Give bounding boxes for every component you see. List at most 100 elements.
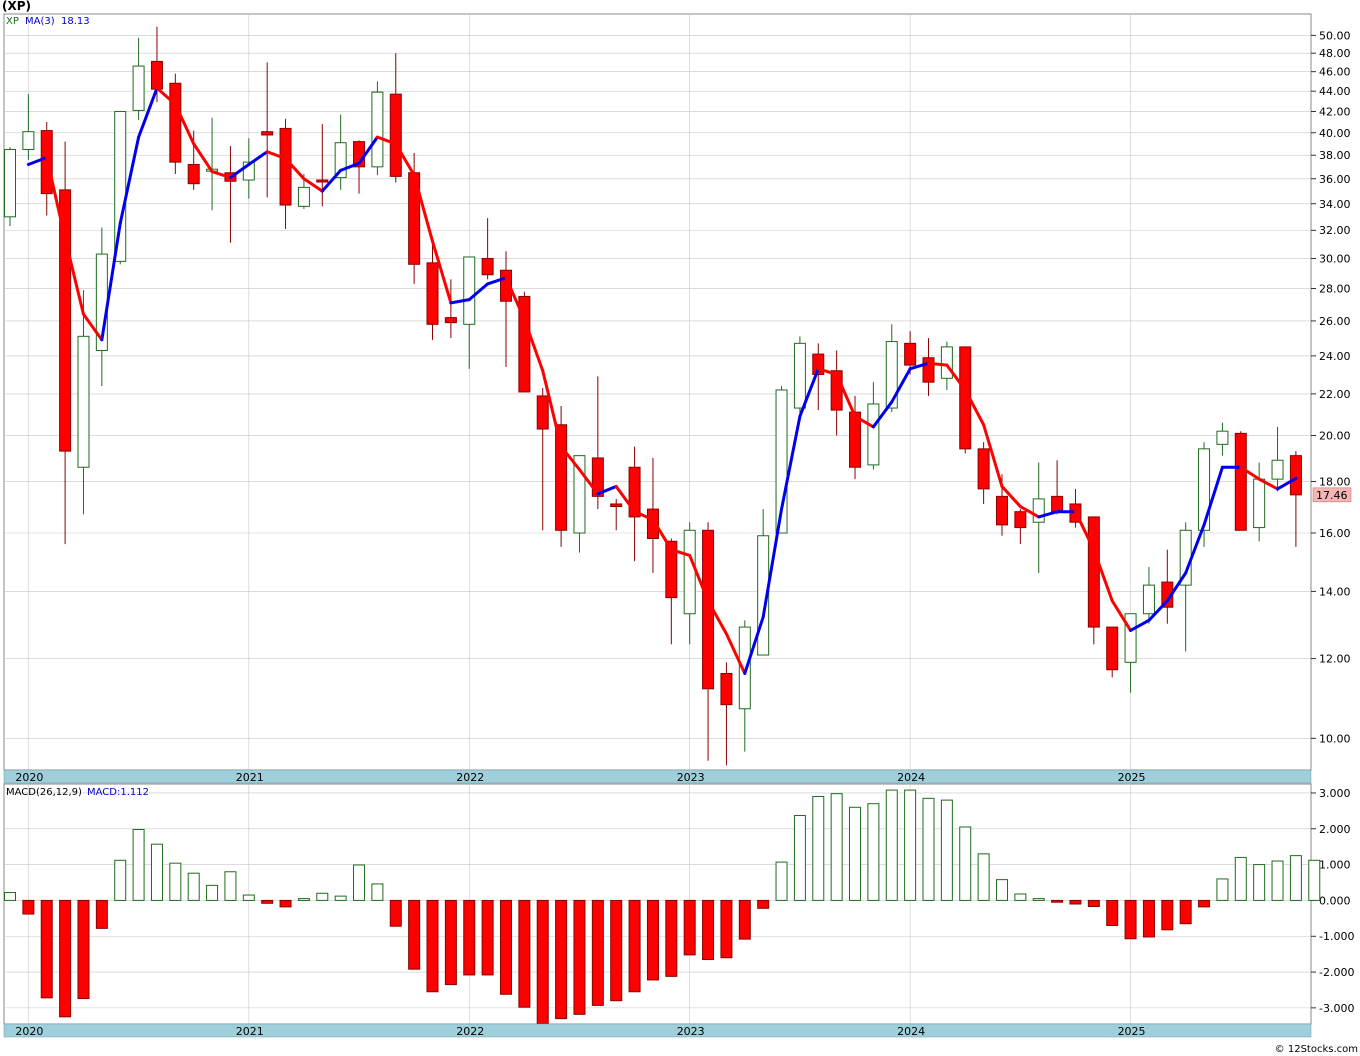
price-tick-label: 14.00	[1319, 585, 1351, 598]
candle-body	[995, 495, 1008, 526]
credit-text: © 12Stocks.com	[1275, 1044, 1358, 1055]
price-tick-label: 30.00	[1319, 252, 1351, 265]
candle-body	[1014, 511, 1027, 529]
macd-tick-label: 2.000	[1319, 823, 1351, 836]
macd-bar	[224, 871, 237, 901]
year-label: 2023	[677, 1025, 705, 1038]
candle-body	[1289, 455, 1302, 496]
macd-bar	[408, 899, 421, 970]
candle-body	[371, 91, 384, 168]
price-tick-label: 18.00	[1319, 476, 1351, 489]
year-label: 2021	[236, 1025, 264, 1038]
macd-bar	[169, 862, 182, 901]
macd-bar	[1142, 899, 1155, 938]
macd-bar	[977, 853, 990, 901]
year-label: 2020	[15, 1025, 43, 1038]
macd-bar	[885, 789, 898, 901]
price-tick-label: 16.00	[1319, 527, 1351, 540]
candle-body	[261, 131, 274, 136]
macd-bar	[1271, 860, 1284, 901]
candle-body	[904, 342, 917, 366]
macd-bar	[297, 898, 310, 901]
macd-bar	[316, 892, 329, 901]
candle-body	[279, 127, 292, 206]
candle-body	[1234, 432, 1247, 531]
price-tick-label: 32.00	[1319, 224, 1351, 237]
macd-bar	[757, 899, 770, 909]
price-tick-label: 26.00	[1319, 315, 1351, 328]
candle-body	[720, 672, 733, 706]
macd-bar	[444, 899, 457, 986]
price-tick-label: 36.00	[1319, 173, 1351, 186]
macd-bar	[481, 899, 494, 976]
year-label: 2021	[236, 771, 264, 784]
chart-title: (XP)	[2, 0, 31, 13]
macd-bar	[536, 899, 549, 1025]
year-label: 2022	[456, 1025, 484, 1038]
candle-body	[297, 186, 310, 207]
macd-bar	[867, 803, 880, 901]
year-label: 2022	[456, 771, 484, 784]
macd-bar	[995, 879, 1008, 901]
candle-body	[150, 60, 163, 90]
candle-body	[1271, 459, 1284, 480]
candle-body	[463, 256, 476, 325]
macd-bar	[1051, 899, 1064, 903]
ma-segment	[927, 361, 949, 367]
macd-bar	[775, 861, 788, 901]
macd-bar	[555, 899, 568, 1020]
macd-tick-label: 1.000	[1319, 859, 1351, 872]
macd-bar	[922, 797, 935, 901]
stock-chart: (XP) 10.00 12.00 14.00 16.00 18.00 20.00 22.00…	[0, 0, 1360, 1056]
macd-bar	[518, 899, 531, 1008]
macd-bar	[279, 899, 292, 908]
macd-bar	[1253, 864, 1266, 901]
macd-bar	[628, 899, 641, 993]
legend-ma-value: 18.13	[61, 16, 90, 27]
macd-label: MACD(26,12,9)	[6, 787, 82, 798]
macd-bar	[1198, 899, 1211, 908]
candle-body	[1253, 478, 1266, 529]
candle-body	[1142, 584, 1155, 615]
price-tick-label: 34.00	[1319, 198, 1351, 211]
macd-bar	[573, 899, 586, 1015]
price-tick-label: 46.00	[1319, 66, 1351, 79]
candle-body	[1051, 495, 1064, 513]
year-label: 2024	[897, 771, 925, 784]
macd-bar	[738, 899, 751, 940]
year-label: 2025	[1118, 1025, 1146, 1038]
candle-body	[444, 317, 457, 324]
macd-bar	[646, 899, 659, 981]
price-year-band	[3, 769, 1312, 784]
price-tick-label: 38.00	[1319, 149, 1351, 162]
candle-body	[481, 257, 494, 276]
macd-bar	[1179, 899, 1192, 925]
price-tick-label: 28.00	[1319, 283, 1351, 296]
candle-body	[536, 395, 549, 430]
macd-bar	[904, 789, 917, 901]
macd-bar	[610, 899, 623, 1002]
macd-tick-label: 3.000	[1319, 787, 1351, 800]
price-tick-label: 50.00	[1319, 29, 1351, 42]
macd-bar	[40, 899, 53, 999]
macd-tick-label: -2.000	[1319, 966, 1354, 979]
candle-body	[1032, 498, 1045, 523]
macd-bar	[793, 815, 806, 901]
price-tick-label: 20.00	[1319, 430, 1351, 443]
candle-body	[426, 262, 439, 325]
candle-body	[1106, 626, 1119, 671]
macd-bar	[59, 899, 72, 1018]
price-year-axis: 2020 2021 2022 2023 2024 2025	[3, 769, 1312, 784]
year-label: 2023	[677, 771, 705, 784]
candle-body	[793, 342, 806, 409]
macd-bar	[353, 864, 366, 901]
candle-body	[59, 189, 72, 452]
macd-bar	[334, 895, 347, 901]
macd-bar	[1014, 893, 1027, 901]
macd-bar	[940, 799, 953, 901]
macd-bar	[1106, 899, 1119, 926]
price-tick-label: 44.00	[1319, 85, 1351, 98]
macd-bar	[849, 806, 862, 901]
candle-body	[1124, 613, 1137, 663]
last-price-tag-text: 17.46	[1316, 489, 1348, 502]
